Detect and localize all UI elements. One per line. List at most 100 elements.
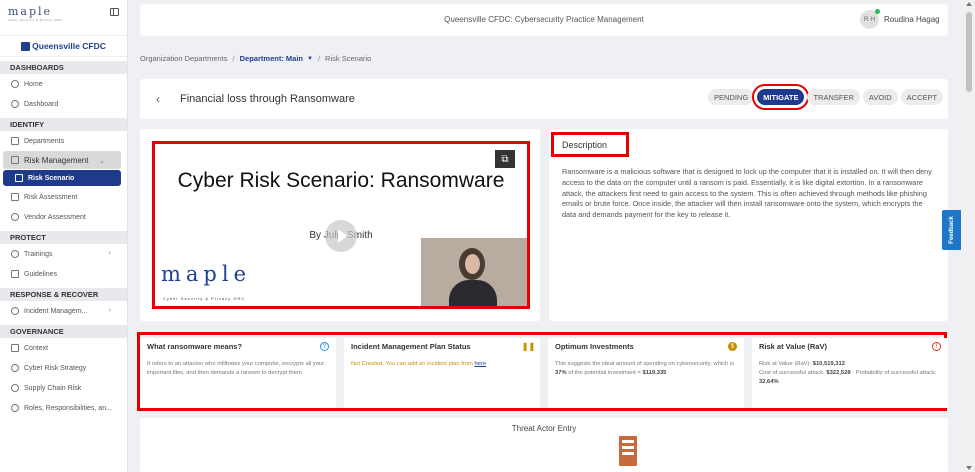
metric-text: Not Created. You can add an incident pla… — [351, 360, 533, 369]
sidebar-item-guidelines[interactable]: Guidelines — [0, 264, 127, 284]
breadcrumb-separator: / — [317, 54, 321, 63]
scroll-thumb[interactable] — [966, 12, 972, 92]
chevron-down-icon[interactable]: ▼ — [307, 56, 313, 62]
attack-cost-label: Cost of successful attack: — [759, 370, 825, 376]
app-logo[interactable]: maple — [8, 5, 119, 18]
rav-value: $10,519,312 — [812, 361, 845, 367]
risk-at-value-card: Risk at Value (RaV) ! Risk at Value (RaV… — [752, 338, 948, 408]
sidebar-item-risk-management[interactable]: Risk Management ⌄ — [3, 151, 121, 169]
pending-button[interactable]: PENDING — [708, 89, 755, 105]
transfer-button[interactable]: TRANSFER — [807, 89, 860, 105]
description-card: Description Ransomware is a malicious so… — [549, 129, 948, 321]
sidebar-item-trainings[interactable]: Trainings › — [0, 244, 127, 264]
sidebar-item-context[interactable]: Context — [0, 338, 127, 358]
sidebar-item-risk-scenario[interactable]: Risk Scenario — [3, 170, 121, 186]
investment-amount: $119,335 — [642, 370, 667, 376]
sidebar-item-vendor-assessment[interactable]: Vendor Assessment — [0, 207, 127, 227]
presenter-face — [465, 254, 480, 274]
app-logo-sub: Cyber Security & Privacy GRC — [8, 18, 63, 22]
online-status-icon — [875, 9, 880, 14]
sidebar-item-label: Incident Managem... — [24, 307, 88, 315]
breadcrumb-separator: / — [232, 54, 235, 63]
door-entry-icon[interactable] — [619, 436, 637, 466]
metric-text: Risk at Value (RaV): $10,519,312 Cost of… — [759, 361, 937, 385]
sidebar-item-label: Dashboard — [24, 100, 59, 108]
sidebar-item-home[interactable]: Home — [0, 74, 127, 94]
mitigate-button[interactable]: MITIGATE — [752, 84, 810, 110]
scroll-up-icon[interactable] — [966, 2, 972, 6]
description-text: Ransomware is a malicious software that … — [562, 167, 932, 220]
org-name[interactable]: Queensville CFDC — [0, 35, 127, 57]
metric-title: Optimum Investments — [555, 342, 634, 351]
incident-status: Not Created. You can add an incident pla… — [351, 361, 473, 367]
vendor-icon — [11, 213, 19, 221]
video-player[interactable]: Cyber Risk Scenario: Ransomware By Julia… — [152, 141, 530, 309]
training-icon — [11, 250, 19, 258]
section-dashboards: DASHBOARDS — [0, 61, 127, 74]
title-bar: ‹ Financial loss through Ransomware PEND… — [140, 79, 948, 119]
sidebar-item-dashboard[interactable]: Dashboard — [0, 94, 127, 114]
scenario-icon — [15, 174, 23, 182]
sidebar-item-label: Guidelines — [24, 270, 58, 278]
video-card: Cyber Risk Scenario: Ransomware By Julia… — [140, 129, 540, 321]
sidebar-item-risk-assessment[interactable]: Risk Assessment — [0, 187, 127, 207]
chevron-right-icon: › — [108, 307, 111, 314]
sidebar-item-roles[interactable]: Roles, Responsibilities, an... — [0, 398, 127, 418]
roles-icon — [11, 404, 19, 412]
org-chart-icon — [11, 137, 19, 145]
sidebar-item-label: Cyber Risk Strategy — [24, 364, 87, 372]
metric-text: This suggests the ideal amount of spendi… — [555, 360, 737, 378]
sidebar-item-incident-management[interactable]: Incident Managem... › — [0, 301, 127, 321]
scroll-down-icon[interactable] — [966, 466, 972, 470]
attack-cost-value: $322,528 — [826, 370, 851, 376]
metrics-row: What ransomware means? ? It refers to an… — [137, 332, 948, 411]
sidebar-item-supply-chain-risk[interactable]: Supply Chain Risk — [0, 378, 127, 398]
gauge-icon — [11, 100, 19, 108]
incident-plan-link[interactable]: here — [474, 361, 486, 367]
presenter-body — [449, 280, 497, 306]
avatar[interactable]: R H — [860, 9, 880, 29]
avoid-button[interactable]: AVOID — [862, 89, 898, 105]
risk-response-buttons: PENDING MITIGATE TRANSFER AVOID ACCEPT — [708, 84, 944, 110]
open-external-icon[interactable]: ⧉ — [495, 150, 515, 168]
feedback-label: Feedback — [948, 216, 955, 244]
play-icon[interactable] — [325, 220, 357, 252]
building-icon — [21, 41, 31, 51]
help-icon[interactable]: ? — [320, 342, 329, 351]
threat-actor-title: Threat Actor Entry — [511, 424, 577, 433]
sidebar-item-label: Home — [24, 80, 43, 88]
assessment-icon — [11, 193, 19, 201]
scrollbar[interactable] — [963, 0, 975, 472]
back-arrow-icon[interactable]: ‹ — [156, 92, 160, 106]
feedback-button[interactable]: Feedback — [942, 210, 961, 250]
incident-plan-card: Incident Management Plan Status ❚❚ Not C… — [344, 338, 540, 408]
accept-button[interactable]: ACCEPT — [900, 89, 944, 105]
incident-icon — [11, 307, 19, 315]
user-name[interactable]: Roudina Hagag — [884, 15, 940, 24]
context-icon — [11, 344, 19, 352]
sidebar-item-label: Risk Assessment — [24, 193, 78, 201]
sidebar-item-departments[interactable]: Departments — [0, 131, 127, 151]
ransomware-meaning-card: What ransomware means? ? It refers to an… — [140, 338, 336, 408]
sidebar-item-label: Supply Chain Risk — [24, 384, 82, 392]
sidebar-collapse-icon[interactable] — [110, 8, 119, 16]
attack-probability-label: Probability of successful attack: — [855, 370, 937, 376]
section-governance: GOVERNANCE — [0, 325, 127, 338]
org-label: Queensville CFDC — [32, 41, 106, 51]
sidebar-item-label: Trainings — [24, 250, 53, 258]
chevron-down-icon: ⌄ — [99, 158, 105, 165]
optimum-investments-card: Optimum Investments $ This suggests the … — [548, 338, 744, 408]
metric-text-a: This suggests the ideal amount of spendi… — [555, 361, 735, 367]
sidebar-item-cyber-risk-strategy[interactable]: Cyber Risk Strategy — [0, 358, 127, 378]
dollar-icon: $ — [728, 342, 737, 351]
metric-title: What ransomware means? — [147, 342, 243, 351]
breadcrumb-department[interactable]: Department: Main — [240, 54, 303, 63]
presenter-webcam — [421, 238, 527, 306]
rav-label: Risk at Value (RaV): — [759, 361, 812, 367]
slide-logo: maple — [161, 262, 252, 286]
breadcrumb-root[interactable]: Organization Departments — [140, 54, 228, 63]
breadcrumb-current: Risk Scenario — [325, 54, 372, 63]
guidelines-icon — [11, 270, 19, 278]
sidebar: maple Cyber Security & Privacy GRC Queen… — [0, 0, 128, 472]
supply-chain-icon — [11, 384, 19, 392]
